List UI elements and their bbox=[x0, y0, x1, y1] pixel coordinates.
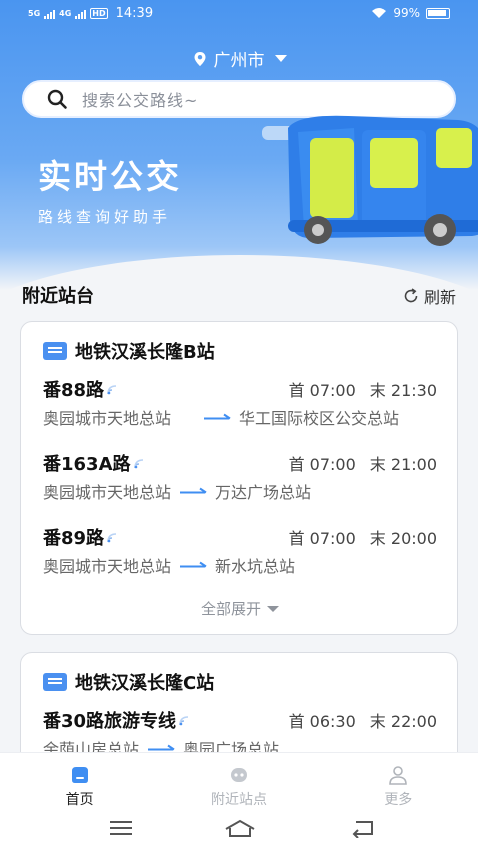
tab-home[interactable]: 首页 bbox=[0, 753, 159, 810]
hero-banner: 5G 4G HD 14:39 99% 广州市 搜索公交路线~ 实时公交 路线查询… bbox=[0, 0, 478, 290]
route-origin: 奥园城市天地总站 bbox=[43, 409, 172, 428]
nearby-section-title: 附近站台 bbox=[22, 286, 94, 307]
direction-arrow-icon bbox=[204, 413, 231, 420]
location-pin-icon bbox=[194, 51, 205, 66]
route-name: 番30路旅游专线 bbox=[43, 711, 177, 732]
battery-icon bbox=[426, 7, 450, 19]
refresh-button[interactable]: 刷新 bbox=[402, 284, 456, 308]
home-icon bbox=[71, 767, 88, 783]
back-icon[interactable] bbox=[350, 818, 376, 838]
tab-nearby-stops[interactable]: 附近站点 bbox=[159, 753, 318, 810]
route-item[interactable]: 番163A路 首 07:00 末 21:00 奥园城市天地总站 万达广场总站 bbox=[43, 450, 437, 503]
route-name: 番89路 bbox=[43, 528, 105, 549]
banner-slogan: 实时公交 bbox=[38, 157, 182, 196]
tab-label: 首页 bbox=[65, 792, 94, 808]
realtime-signal-icon bbox=[179, 716, 189, 726]
realtime-signal-icon bbox=[133, 459, 143, 469]
bus-stop-sign-icon bbox=[43, 673, 67, 691]
city-name: 广州市 bbox=[213, 51, 265, 71]
search-icon bbox=[47, 89, 67, 109]
realtime-signal-icon bbox=[107, 385, 117, 395]
clock: 14:39 bbox=[115, 6, 154, 21]
wifi-status-icon bbox=[372, 8, 387, 18]
caret-down-icon bbox=[274, 55, 287, 62]
city-selector[interactable]: 广州市 bbox=[0, 46, 478, 71]
station-name: 地铁汉溪长隆C站 bbox=[75, 673, 215, 694]
hd-badge: HD bbox=[90, 8, 108, 19]
first-bus-time: 首 07:00 bbox=[288, 381, 356, 400]
battery-percent: 99% bbox=[393, 6, 420, 20]
caret-down-icon bbox=[267, 605, 279, 612]
route-origin: 奥园城市天地总站 bbox=[43, 483, 172, 502]
signal-5g-label: 5G bbox=[28, 8, 41, 18]
first-bus-time: 首 06:30 bbox=[288, 712, 356, 731]
last-bus-time: 末 20:00 bbox=[369, 529, 437, 548]
last-bus-time: 末 21:00 bbox=[369, 455, 437, 474]
tab-label: 更多 bbox=[384, 792, 413, 808]
first-bus-time: 首 07:00 bbox=[288, 455, 356, 474]
bus-stop-sign-icon bbox=[43, 342, 67, 360]
direction-arrow-icon bbox=[180, 487, 207, 494]
bottom-tab-bar: 首页 附近站点 更多 bbox=[0, 752, 478, 810]
tab-label: 附近站点 bbox=[210, 792, 267, 808]
route-item[interactable]: 番88路 首 07:00 末 21:30 奥园城市天地总站 华工国际校区公交总站 bbox=[43, 376, 437, 429]
expand-all-button[interactable]: 全部展开 bbox=[21, 598, 459, 619]
banner-subslogan: 路线查询好助手 bbox=[38, 208, 172, 226]
refresh-label: 刷新 bbox=[423, 288, 456, 307]
route-name: 番88路 bbox=[43, 380, 105, 401]
direction-arrow-icon bbox=[180, 561, 207, 568]
system-nav-bar bbox=[0, 810, 478, 850]
route-item[interactable]: 番89路 首 07:00 末 20:00 奥园城市天地总站 新水坑总站 bbox=[43, 524, 437, 577]
first-bus-time: 首 07:00 bbox=[288, 529, 356, 548]
route-origin: 奥园城市天地总站 bbox=[43, 557, 172, 576]
status-bar: 5G 4G HD 14:39 99% bbox=[0, 0, 478, 30]
signal-4g-label: 4G bbox=[59, 8, 72, 18]
route-destination: 新水坑总站 bbox=[215, 557, 296, 576]
last-bus-time: 末 22:00 bbox=[369, 712, 437, 731]
station-card[interactable]: 地铁汉溪长隆B站 番88路 首 07:00 末 21:30 奥园城市天地总站 华工… bbox=[20, 321, 458, 635]
last-bus-time: 末 21:30 bbox=[369, 381, 437, 400]
route-name: 番163A路 bbox=[43, 454, 131, 475]
menu-icon[interactable] bbox=[108, 818, 134, 838]
tab-more[interactable]: 更多 bbox=[319, 753, 478, 810]
realtime-signal-icon bbox=[107, 533, 117, 543]
search-placeholder: 搜索公交路线~ bbox=[82, 91, 199, 110]
refresh-icon bbox=[404, 288, 418, 303]
route-destination: 万达广场总站 bbox=[215, 483, 312, 502]
bus-illustration bbox=[262, 115, 478, 246]
signal-bars-icon bbox=[44, 9, 56, 19]
expand-all-label: 全部展开 bbox=[200, 600, 261, 618]
home-nav-icon[interactable] bbox=[224, 818, 256, 838]
station-name: 地铁汉溪长隆B站 bbox=[75, 342, 215, 363]
signal-bars-icon bbox=[75, 9, 87, 19]
route-destination: 华工国际校区公交总站 bbox=[239, 409, 400, 428]
nearby-icon bbox=[230, 768, 247, 782]
user-icon bbox=[389, 766, 408, 785]
